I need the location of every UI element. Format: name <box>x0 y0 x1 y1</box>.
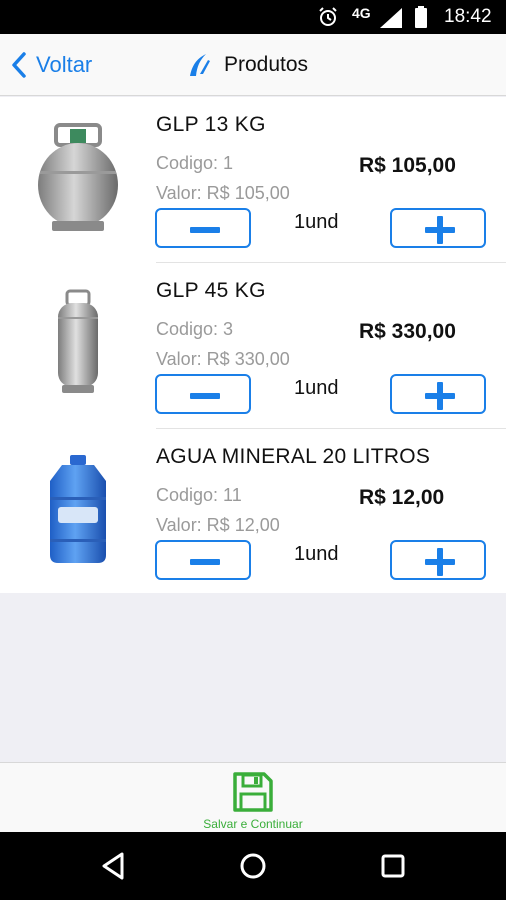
product-quantity: 1und <box>294 543 339 565</box>
minus-icon <box>190 227 220 233</box>
floppy-disk-icon <box>233 772 273 812</box>
system-navigation-bar <box>0 832 506 900</box>
product-list: GLP 13 KG Codigo: 1 Valor: R$ 105,00 R$ … <box>0 97 506 593</box>
minus-icon <box>190 559 220 565</box>
home-circle-icon[interactable] <box>235 848 271 884</box>
back-triangle-icon[interactable] <box>96 848 132 884</box>
product-price: R$ 330,00 <box>359 320 456 343</box>
product-quantity: 1und <box>294 211 339 233</box>
network-type: 4G <box>352 5 371 21</box>
back-label: Voltar <box>36 52 93 77</box>
increase-quantity-button[interactable] <box>390 540 486 580</box>
alarm-icon <box>319 7 337 26</box>
product-code: Codigo: 3 <box>156 319 234 339</box>
increase-quantity-button[interactable] <box>390 208 486 248</box>
clock: 18:42 <box>444 6 492 27</box>
save-continue-button[interactable]: Salvar e Continuar <box>190 771 316 831</box>
product-unit-value: Valor: R$ 105,00 <box>156 183 290 203</box>
product-item: GLP 45 KG Codigo: 3 Valor: R$ 330,00 R$ … <box>0 263 506 429</box>
product-quantity: 1und <box>294 377 339 399</box>
product-unit-value: Valor: R$ 330,00 <box>156 349 290 369</box>
chevron-left-icon <box>12 52 26 78</box>
nav-bar: Voltar Produtos <box>0 34 506 96</box>
decrease-quantity-button[interactable] <box>155 208 251 248</box>
bottom-toolbar: Salvar e Continuar <box>0 762 506 832</box>
recents-square-icon[interactable] <box>375 848 411 884</box>
product-name: AGUA MINERAL 20 LITROS <box>156 445 431 468</box>
product-unit-value: Valor: R$ 12,00 <box>156 515 280 535</box>
battery-icon <box>415 6 427 28</box>
gas-cylinder-icon <box>58 289 98 393</box>
decrease-quantity-button[interactable] <box>155 374 251 414</box>
product-item: GLP 13 KG Codigo: 1 Valor: R$ 105,00 R$ … <box>0 97 506 263</box>
product-code: Codigo: 1 <box>156 153 234 173</box>
page-title: Produtos <box>186 48 308 82</box>
product-name: GLP 45 KG <box>156 279 266 302</box>
signal-icon <box>380 8 402 28</box>
product-price: R$ 105,00 <box>359 154 456 177</box>
product-item: AGUA MINERAL 20 LITROS Codigo: 11 Valor:… <box>0 429 506 595</box>
status-bar: 4G 18:42 <box>0 0 506 34</box>
increase-quantity-button[interactable] <box>390 374 486 414</box>
product-price: R$ 12,00 <box>359 486 445 509</box>
app-logo-icon <box>190 54 210 76</box>
minus-icon <box>190 393 220 399</box>
product-name: GLP 13 KG <box>156 113 266 136</box>
back-button[interactable]: Voltar <box>10 48 92 82</box>
page-title-label: Produtos <box>224 53 309 76</box>
decrease-quantity-button[interactable] <box>155 540 251 580</box>
save-continue-label: Salvar e Continuar <box>203 817 303 831</box>
gas-cylinder-icon <box>38 123 118 231</box>
water-jug-icon <box>50 455 106 563</box>
product-code: Codigo: 11 <box>156 485 242 505</box>
